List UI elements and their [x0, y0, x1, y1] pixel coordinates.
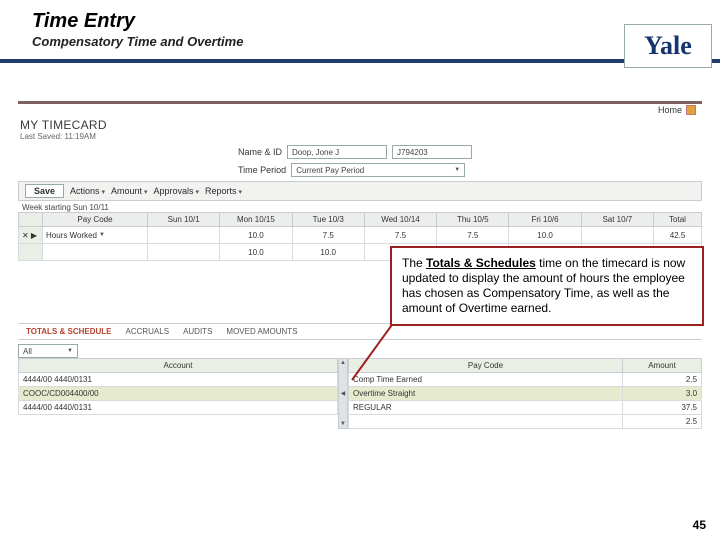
- col-day: Thu 10/5: [437, 213, 509, 227]
- col-day: Mon 10/15: [220, 213, 292, 227]
- callout-text: The: [402, 256, 426, 270]
- scroll-up-icon[interactable]: ▲: [340, 360, 346, 366]
- col-day: Sat 10/7: [581, 213, 653, 227]
- save-button[interactable]: Save: [25, 184, 64, 198]
- menu-amount[interactable]: Amount: [111, 186, 148, 196]
- table-row[interactable]: 4444/00 4440/0131: [19, 401, 338, 415]
- totals-right-table: Pay Code Amount Comp Time Earned 2.5 Ove…: [348, 358, 702, 429]
- home-link[interactable]: Home: [658, 105, 682, 115]
- table-row[interactable]: COOC/CD004400/00: [19, 387, 338, 401]
- tab-moved[interactable]: MOVED AMOUNTS: [226, 327, 297, 336]
- total-cell: 42.5: [654, 227, 702, 244]
- paycode-cell: [348, 415, 622, 429]
- timecard-row: ✕ ▶ Hours Worked▼ 10.0 7.5 7.5 7.5 10.0 …: [19, 227, 702, 244]
- col-total: Total: [654, 213, 702, 227]
- app-corner-bar: Home: [18, 101, 702, 116]
- time-period-label: Time Period: [238, 165, 286, 175]
- name-value: Doop, Jone J: [292, 148, 339, 157]
- name-field[interactable]: Doop, Jone J: [287, 145, 387, 159]
- col-day: Sun 10/1: [148, 213, 220, 227]
- menu-approvals[interactable]: Approvals: [154, 186, 200, 196]
- table-row[interactable]: Overtime Straight 3.0: [348, 387, 701, 401]
- scroll-left-icon[interactable]: ◀: [341, 390, 346, 397]
- hours-cell[interactable]: [581, 227, 653, 244]
- hours-cell[interactable]: 7.5: [364, 227, 436, 244]
- menu-actions[interactable]: Actions: [70, 186, 105, 196]
- tab-accruals[interactable]: ACCRUALS: [125, 327, 169, 336]
- paycode-cell: Overtime Straight: [348, 387, 622, 401]
- col-day: Tue 10/3: [292, 213, 364, 227]
- name-id-label: Name & ID: [238, 147, 282, 157]
- hours-cell[interactable]: 10.0: [509, 227, 581, 244]
- paycode-value: Hours Worked: [46, 231, 97, 240]
- callout-leader-line: [350, 322, 395, 382]
- col-paycode: Pay Code: [43, 213, 148, 227]
- menu-reports[interactable]: Reports: [205, 186, 242, 196]
- col-amount: Amount: [623, 359, 702, 373]
- table-row[interactable]: 2.5: [348, 415, 701, 429]
- table-row[interactable]: REGULAR 37.5: [348, 401, 701, 415]
- table-row[interactable]: Comp Time Earned 2.5: [348, 373, 701, 387]
- row-tools[interactable]: ✕ ▶: [19, 227, 43, 244]
- hours-cell[interactable]: 10.0: [220, 227, 292, 244]
- id-value: J794203: [397, 148, 428, 157]
- paycode-cell[interactable]: [43, 244, 148, 261]
- chevron-down-icon: ▼: [99, 232, 105, 238]
- paycode-cell: REGULAR: [348, 401, 622, 415]
- account-cell: COOC/CD004400/00: [19, 387, 338, 401]
- id-field[interactable]: J794203: [392, 145, 472, 159]
- timecard-header-row: Pay Code Sun 10/1 Mon 10/15 Tue 10/3 Wed…: [19, 213, 702, 227]
- section-title-my-timecard: MY TIMECARD: [20, 118, 702, 132]
- row-tools[interactable]: [19, 244, 43, 261]
- chevron-down-icon: ▼: [454, 167, 460, 173]
- callout-box: The Totals & Schedules time on the timec…: [390, 246, 704, 326]
- hours-cell[interactable]: [148, 227, 220, 244]
- last-saved-label: Last Saved: 11:19AM: [20, 132, 702, 141]
- amount-cell: 3.0: [623, 387, 702, 401]
- table-row[interactable]: 4444/00 4440/0131: [19, 373, 338, 387]
- account-cell: 4444/00 4440/0131: [19, 401, 338, 415]
- hours-cell[interactable]: [148, 244, 220, 261]
- all-select-value: All: [23, 347, 32, 356]
- account-cell: 4444/00 4440/0131: [19, 373, 338, 387]
- week-label: Week starting Sun 10/11: [22, 203, 702, 212]
- hours-cell[interactable]: 10.0: [292, 244, 364, 261]
- all-select[interactable]: All ▼: [18, 344, 78, 358]
- amount-cell: 2.5: [623, 415, 702, 429]
- page-subtitle: Compensatory Time and Overtime: [32, 34, 720, 49]
- paycode-cell[interactable]: Hours Worked▼: [43, 227, 148, 244]
- brand-logo: Yale: [624, 24, 712, 68]
- callout-key-term: Totals & Schedules: [426, 256, 536, 270]
- time-period-select[interactable]: Current Pay Period ▼: [291, 163, 465, 177]
- home-icon[interactable]: [686, 105, 696, 115]
- tab-audits[interactable]: AUDITS: [183, 327, 212, 336]
- hours-cell[interactable]: 7.5: [437, 227, 509, 244]
- slide-number: 45: [693, 518, 706, 532]
- amount-cell: 37.5: [623, 401, 702, 415]
- splitter-scrollbar[interactable]: ▲ ◀ ▼: [338, 358, 348, 429]
- col-day: Wed 10/14: [364, 213, 436, 227]
- toolbar: Save Actions Amount Approvals Reports: [18, 181, 702, 201]
- scroll-down-icon[interactable]: ▼: [340, 421, 346, 427]
- page-title: Time Entry: [32, 10, 720, 33]
- tab-totals-schedule[interactable]: TOTALS & SCHEDULE: [26, 327, 111, 336]
- chevron-down-icon: ▼: [67, 348, 73, 354]
- col-account: Account: [19, 359, 338, 373]
- amount-cell: 2.5: [623, 373, 702, 387]
- time-period-value: Current Pay Period: [296, 166, 364, 175]
- totals-left-table: Account 4444/00 4440/0131 COOC/CD004400/…: [18, 358, 338, 415]
- col-day: Fri 10/6: [509, 213, 581, 227]
- hours-cell[interactable]: 7.5: [292, 227, 364, 244]
- hours-cell[interactable]: 10.0: [220, 244, 292, 261]
